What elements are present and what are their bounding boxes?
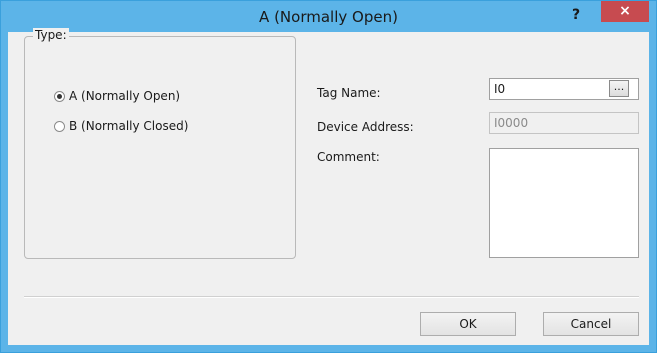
help-button[interactable]: ? — [563, 4, 589, 26]
radio-unchecked-icon — [54, 120, 65, 132]
comment-label: Comment: — [317, 150, 380, 164]
device-address-field: I0000 — [489, 112, 639, 134]
tag-name-label: Tag Name: — [317, 86, 381, 100]
close-button[interactable]: × — [601, 1, 649, 22]
radio-checked-icon — [54, 90, 65, 102]
radio-normally-closed[interactable]: B (Normally Closed) — [54, 118, 188, 134]
radio-normally-open[interactable]: A (Normally Open) — [54, 88, 180, 104]
radio-label: A (Normally Open) — [69, 89, 181, 103]
device-address-label: Device Address: — [317, 120, 414, 134]
cancel-button[interactable]: Cancel — [543, 312, 639, 336]
ok-button[interactable]: OK — [420, 312, 516, 336]
type-group-legend: Type: — [33, 28, 69, 42]
browse-tag-button[interactable]: ... — [609, 80, 629, 97]
type-group-box — [24, 36, 296, 259]
dialog-title: A (Normally Open) — [259, 8, 398, 26]
footer-separator — [24, 296, 639, 298]
title-bar[interactable]: A (Normally Open) ? × — [1, 1, 656, 32]
radio-label: B (Normally Closed) — [69, 119, 189, 133]
comment-textarea[interactable] — [489, 148, 639, 258]
